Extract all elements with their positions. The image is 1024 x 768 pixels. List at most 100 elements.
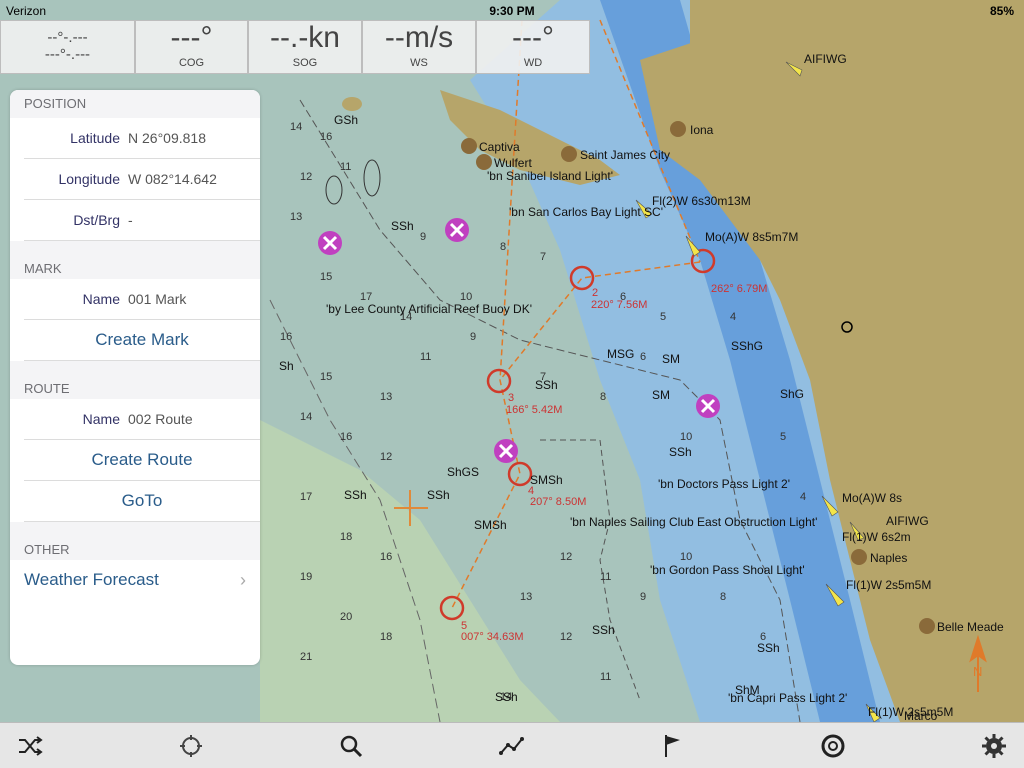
svg-text:19: 19: [300, 571, 312, 583]
seabed-label: SSh: [427, 488, 450, 502]
svg-text:15: 15: [320, 371, 332, 383]
cog-readout[interactable]: ---° COG: [135, 20, 248, 74]
map-label: Captiva: [479, 140, 520, 154]
goto-button[interactable]: GoTo: [24, 481, 260, 522]
route-name-value[interactable]: 002 Route: [128, 411, 193, 427]
svg-text:13: 13: [380, 391, 392, 403]
flag-icon[interactable]: [657, 730, 689, 762]
map-label: Saint James City: [580, 148, 670, 162]
dst-brg-row: Dst/Brg -: [24, 200, 260, 241]
north-label: N: [973, 664, 982, 679]
svg-text:8: 8: [600, 391, 606, 403]
weather-forecast-label: Weather Forecast: [24, 570, 159, 589]
position-line-1: --°-.---: [47, 29, 88, 46]
lifebuoy-icon[interactable]: [817, 730, 849, 762]
map-label: 'by Lee County Artificial Reef Buoy DK': [326, 302, 532, 316]
latitude-row: Latitude N 26°09.818: [24, 118, 260, 159]
route-name-row[interactable]: Name 002 Route: [24, 399, 260, 440]
svg-text:9: 9: [640, 591, 646, 603]
seabed-label: SMSh: [474, 518, 507, 532]
route-icon[interactable]: [496, 730, 528, 762]
svg-text:13: 13: [520, 591, 532, 603]
svg-text:7: 7: [540, 251, 546, 263]
route-leg-label: 207° 8.50M: [530, 496, 586, 508]
gear-icon[interactable]: [978, 730, 1010, 762]
sog-readout[interactable]: --.-kn SOG: [248, 20, 362, 74]
instrument-bar: --°-.--- ---°-.--- ---° COG --.-kn SOG -…: [0, 20, 590, 74]
crosshair-icon[interactable]: [175, 730, 207, 762]
svg-text:8: 8: [500, 241, 506, 253]
section-header-other: OTHER: [10, 522, 260, 560]
wd-value: ---°: [512, 21, 554, 54]
cog-label: COG: [178, 57, 205, 69]
section-header-mark: MARK: [10, 241, 260, 279]
map-label: Fl(1)W 6s2m: [842, 530, 911, 544]
svg-text:14: 14: [290, 121, 302, 133]
seabed-label: MSG: [607, 347, 634, 361]
route-name-label: Name: [82, 411, 120, 427]
map-label: Fl(2)W 6s30m13M: [652, 194, 751, 208]
seabed-label: SSh: [669, 445, 692, 459]
mark-name-row[interactable]: Name 001 Mark: [24, 279, 260, 320]
section-header-position: POSITION: [10, 90, 260, 118]
route-leg-label: 166° 5.42M: [506, 404, 562, 416]
svg-text:11: 11: [600, 571, 611, 583]
section-header-route: ROUTE: [10, 361, 260, 399]
svg-text:16: 16: [380, 551, 392, 563]
svg-text:12: 12: [380, 451, 392, 463]
cog-value: ---°: [170, 21, 213, 54]
svg-text:9: 9: [470, 331, 476, 343]
clock: 9:30 PM: [489, 4, 535, 18]
create-mark-button[interactable]: Create Mark: [24, 320, 260, 361]
svg-text:18: 18: [380, 631, 392, 643]
seabed-label: SSh: [391, 219, 414, 233]
ws-label: WS: [410, 57, 428, 69]
svg-text:5: 5: [660, 311, 666, 323]
ws-readout[interactable]: --m/s WS: [362, 20, 476, 74]
position-readout[interactable]: --°-.--- ---°-.---: [0, 20, 135, 74]
svg-text:10: 10: [680, 551, 692, 563]
wd-readout[interactable]: ---° WD: [476, 20, 590, 74]
route-leg-label: 262° 6.79M: [711, 283, 767, 295]
svg-text:10: 10: [680, 431, 692, 443]
map-label: Belle Meade: [937, 620, 1004, 634]
mark-name-label: Name: [82, 291, 120, 307]
svg-text:11: 11: [420, 351, 431, 363]
info-panel: POSITION Latitude N 26°09.818 Longitude …: [10, 90, 260, 665]
svg-text:16: 16: [280, 331, 292, 343]
seabed-label: Sh: [279, 359, 294, 373]
ws-value: --m/s: [384, 21, 454, 54]
dst-brg-label: Dst/Brg: [73, 212, 120, 228]
battery: 85%: [989, 4, 1014, 18]
svg-text:9: 9: [420, 231, 426, 243]
seabed-label: SMSh: [530, 473, 563, 487]
svg-text:12: 12: [300, 171, 312, 183]
chevron-right-icon: ›: [240, 569, 246, 590]
svg-text:12: 12: [560, 551, 572, 563]
seabed-label: ShG: [780, 387, 804, 401]
mark-name-value[interactable]: 001 Mark: [128, 291, 186, 307]
status-bar: Verizon 9:30 PM 85%: [0, 0, 1024, 22]
wd-label: WD: [523, 57, 543, 69]
create-route-button[interactable]: Create Route: [24, 440, 260, 481]
longitude-row: Longitude W 082°14.642: [24, 159, 260, 200]
map-label: Mo(A)W 8s5m7M: [705, 230, 798, 244]
map-label: Mo(A)W 8s: [842, 491, 902, 505]
map-label: AIFIWG: [804, 52, 847, 66]
svg-text:21: 21: [300, 651, 312, 663]
map-label: Marco: [904, 709, 938, 722]
svg-text:14: 14: [300, 411, 312, 423]
svg-text:4: 4: [800, 491, 806, 503]
search-icon[interactable]: [335, 730, 367, 762]
latitude-value: N 26°09.818: [128, 130, 206, 146]
weather-forecast-item[interactable]: Weather Forecast ›: [10, 560, 260, 600]
map-label: Naples: [870, 551, 907, 565]
seabed-label: SSh: [495, 690, 518, 704]
route-leg-label: 220° 7.56M: [591, 299, 647, 311]
map-label: 'bn Doctors Pass Light 2': [658, 477, 790, 491]
waypoint-number: 5: [461, 620, 467, 632]
seabed-label: SSh: [592, 623, 615, 637]
shuffle-icon[interactable]: [14, 730, 46, 762]
svg-text:13: 13: [290, 211, 302, 223]
seabed-label: ShM: [735, 683, 760, 697]
